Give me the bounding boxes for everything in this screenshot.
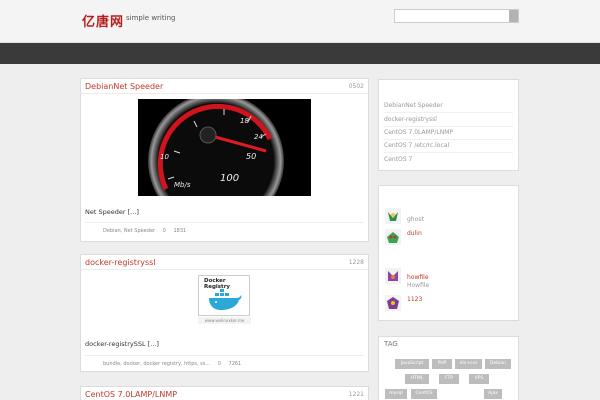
site-tagline: simple writing	[126, 14, 176, 22]
recent-post-link[interactable]: DebianNet Speeder	[384, 102, 443, 109]
post-meta: bundle, docker, docker registry, https, …	[103, 361, 247, 367]
post-tags[interactable]: bundle, docker, docker registry, https, …	[103, 361, 210, 367]
tag-link[interactable]: div+css	[455, 359, 482, 369]
avatar[interactable]	[385, 229, 401, 245]
post-date: 0502	[348, 83, 364, 90]
divider	[85, 355, 364, 356]
tag-link[interactable]: VPS	[469, 374, 489, 384]
post-card: DebianNet Speeder 0502 10 18 24 50 100 M…	[80, 78, 369, 242]
tag-link[interactable]: Ajax	[484, 389, 502, 399]
user-name[interactable]: dulin	[407, 230, 422, 237]
site-header: 亿唐网 simple writing	[0, 0, 600, 43]
post-card: CentOS 7.0LAMP/LNMP 1221	[80, 386, 369, 400]
divider	[85, 222, 364, 223]
tag-link[interactable]: PHP	[432, 359, 452, 369]
search-button[interactable]	[509, 10, 518, 22]
post-date: 1221	[348, 391, 364, 398]
recent-post-link[interactable]: CentOS 7 /etc/rc.local	[384, 142, 449, 149]
view-count: 7261	[228, 361, 242, 367]
docker-whale-icon	[209, 289, 242, 310]
post-title[interactable]: CentOS 7.0LAMP/LNMP	[85, 390, 177, 399]
tag-link[interactable]: HTML	[405, 374, 429, 384]
avatar[interactable]	[385, 268, 401, 284]
recent-post-link[interactable]: CentOS 7	[384, 156, 412, 163]
gauge-tick: 100	[220, 173, 239, 184]
tag-link[interactable]: mysql	[385, 389, 407, 399]
post-date: 1228	[348, 259, 364, 266]
user-name[interactable]: ghost	[407, 216, 424, 223]
nav-bar	[0, 43, 600, 64]
search-box	[394, 9, 519, 23]
tag-link[interactable]: CentOS	[411, 389, 437, 399]
avatar[interactable]	[385, 295, 401, 311]
gauge-unit: Mb/s	[174, 181, 191, 189]
user-name[interactable]: howfile	[407, 274, 429, 281]
divider	[81, 93, 368, 94]
recent-post-link[interactable]: docker-registryssl	[384, 116, 437, 123]
comment-count: 0	[217, 361, 221, 367]
post-card: docker-registryssl 1228 Docker Registry …	[80, 254, 369, 372]
gauge-tick: 24	[254, 133, 263, 141]
post-image: Docker Registry	[198, 275, 250, 316]
post-title[interactable]: DebianNet Speeder	[85, 82, 163, 91]
post-image: 10 18 24 50 100 Mb/s	[138, 99, 311, 196]
gauge-tick: 50	[246, 152, 256, 161]
post-meta: Debian, Net Speeder 0 1831	[103, 228, 192, 234]
search-input[interactable]	[395, 10, 510, 22]
tag-widget-title: TAG	[384, 340, 398, 348]
avatar[interactable]	[385, 208, 401, 224]
site-logo[interactable]: 亿唐网	[82, 11, 124, 30]
divider	[81, 269, 368, 270]
tag-link[interactable]: FTP	[439, 374, 459, 384]
post-excerpt: docker-registrySSL [...]	[85, 340, 159, 348]
divider	[384, 126, 513, 127]
tag-cloud-widget: TAG JavaScript PHP div+css Debian HTML F…	[378, 336, 519, 400]
comment-count: 0	[162, 228, 166, 234]
user-name[interactable]: 1123	[407, 296, 422, 303]
recent-posts-widget: DebianNet Speeder docker-registryssl Cen…	[378, 79, 519, 171]
gauge-tick: 18	[240, 117, 249, 125]
users-widget: ghost dulin howfile Howfile 1123	[378, 185, 519, 321]
recent-post-link[interactable]: CentOS 7.0LAMP/LNMP	[384, 129, 453, 136]
divider	[384, 139, 513, 140]
tag-link[interactable]: JavaScript	[395, 359, 429, 369]
divider	[384, 112, 513, 113]
post-title[interactable]: docker-registryssl	[85, 258, 156, 267]
user-display-name: Howfile	[407, 282, 430, 289]
post-tags[interactable]: Debian, Net Speeder	[103, 228, 155, 234]
image-caption: www.welinuxker.me	[198, 317, 251, 324]
gauge-tick: 10	[160, 153, 169, 161]
post-excerpt: Net Speeder [...]	[85, 208, 139, 216]
tag-link[interactable]: Debian	[485, 359, 511, 369]
divider	[384, 152, 513, 153]
view-count: 1831	[173, 228, 187, 234]
